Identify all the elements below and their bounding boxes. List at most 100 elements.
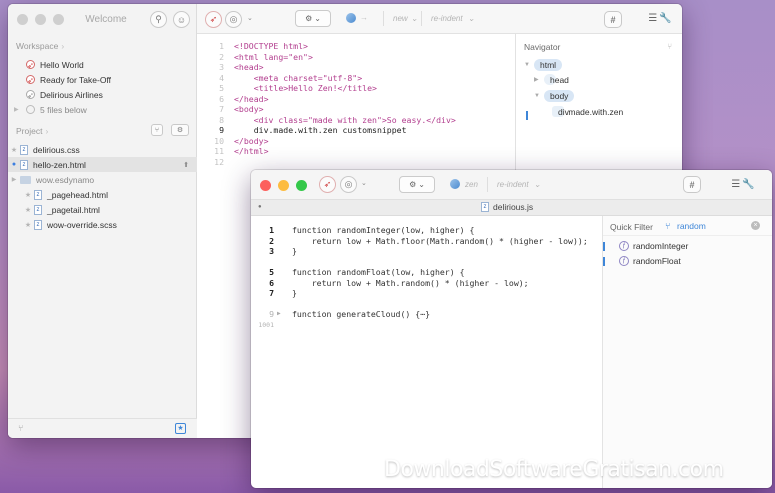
navigator-node-body[interactable]: ▼ body [534,90,575,102]
hash-button[interactable]: # [683,176,701,193]
line-number: 3 [219,62,224,72]
navigator-node-html[interactable]: ▼ html [524,59,563,71]
upload-icon[interactable]: ⬆ [183,161,189,169]
zoom-button[interactable] [53,14,64,25]
chevron-down-icon[interactable]: ⌄ [534,180,541,189]
file-row[interactable]: ★ z wow-override.scss [8,217,197,232]
star-icon: ★ [24,206,32,214]
quick-filter-label: Quick Filter [610,222,653,232]
close-button[interactable] [260,180,271,191]
filter-icon[interactable]: ⑂ [18,423,23,433]
line-number: 8 [219,114,224,125]
chevron-down-icon[interactable]: ⌄ [468,14,475,23]
file-row[interactable]: ★ z delirious.css [8,142,197,157]
navigator-node-div[interactable]: div .made.with.zen [552,106,623,117]
quick-filter-result[interactable]: ƒ randomInteger [619,241,688,251]
workspace-header[interactable]: Workspace › [16,41,64,51]
star-icon: ★ [24,191,32,199]
line-number: 6 [269,277,274,288]
arrow-icon[interactable]: → [360,13,368,22]
code-line: </body> [234,135,269,146]
chevron-down-icon[interactable]: ⌄ [411,14,418,23]
tools-button[interactable]: ☰ 🔧 [646,10,674,27]
editor-window-js: ➶ ◎ ⌄ ⚙ ⌄ zen re-indent ⌄ # ☰ 🔧 ● z deliri… [251,170,772,488]
window-title: Welcome [85,14,127,25]
settings-button[interactable]: ⚙ ⌄ [295,10,331,27]
quick-filter-input[interactable] [677,220,743,232]
globe-icon[interactable] [346,13,356,23]
workspace-item[interactable]: ➶ Hello World [8,57,197,72]
settings-menu-icon[interactable]: ⚙ [171,124,189,136]
project-header[interactable]: Project › [16,126,48,136]
search-icon[interactable]: ⚲ [150,11,167,28]
file-row[interactable]: ★ z _pagetail.html [8,202,197,217]
code-line: } [292,288,297,298]
line-number: 7 [219,104,224,114]
code-line: <!DOCTYPE html> [234,41,308,51]
file-row[interactable]: ★ z _pagehead.html [8,187,197,202]
workspace-item[interactable]: ➶ Delirious Airlines [8,87,197,102]
code-editor[interactable]: <!DOCTYPE html> <html lang="en"> <head> … [234,41,456,167]
function-icon: ƒ [619,256,629,266]
line-number: 7 [269,288,274,298]
window-controls-inactive [17,14,64,25]
minimize-button[interactable] [35,14,46,25]
smiley-icon[interactable]: ☺ [173,11,190,28]
zoom-button[interactable] [296,180,307,191]
compass-icon[interactable]: ➶ [319,176,336,193]
navigator-node-head[interactable]: ▶ head [534,74,569,85]
chevron-down-icon[interactable]: ⌄ [361,179,367,187]
lines-icon: ☰ [648,13,658,24]
code-line: <div class="made with zen">So easy.</div… [234,114,456,125]
file-row-selected[interactable]: ● z hello-zen.html ⬆ [8,157,197,172]
reindent-menu[interactable]: re-indent [497,180,529,189]
result-marker [603,257,605,266]
gear-icon: ⚙ [305,14,313,23]
settings-button[interactable]: ⚙ ⌄ [399,176,435,193]
reindent-menu[interactable]: re-indent [431,14,463,23]
sidebar-titlebar: Welcome ⚲ ☺ [8,4,196,34]
code-editor[interactable]: function randomInteger(low, higher) { re… [292,225,588,330]
file-tab-bar: ● z delirious.js [251,200,772,216]
window-controls [260,180,307,191]
disclosure-triangle-icon: ▶ [534,77,539,83]
minimize-button[interactable] [278,180,289,191]
compass-icon[interactable]: ➶ [205,11,222,28]
compass-icon: ➶ [26,90,35,100]
mode-label[interactable]: zen [465,180,478,189]
workspace-item[interactable]: ➶ Ready for Take-Off [8,72,197,87]
tools-button[interactable]: ☰ 🔧 [729,176,757,193]
close-button[interactable] [17,14,28,25]
folder-row[interactable]: ▶ wow.esdynamo [8,172,197,187]
new-menu[interactable]: new [393,14,408,23]
code-line: return low + Math.random() * (higher - l… [292,277,529,288]
disclosure-triangle-icon: ▼ [534,93,540,99]
chevron-down-icon[interactable]: ⌄ [247,14,253,22]
code-line: return low + Math.floor(Math.random() * … [292,235,588,246]
chevron-down-icon: ⌄ [418,180,425,189]
cursor-marker [526,111,528,120]
stack-icon[interactable]: ◎ [225,11,242,28]
filter-icon[interactable]: ⑂ [667,42,672,51]
code-line: </head> [234,93,269,104]
function-icon: ƒ [619,241,629,251]
fold-triangle-icon[interactable]: ▶ [277,309,281,320]
hash-button[interactable]: # [604,11,622,28]
branch-icon[interactable]: ⑂ [151,124,163,136]
stack-icon[interactable]: ◎ [340,176,357,193]
watermark: DownloadSoftwareGratisan.com [384,457,724,482]
file-icon: z [34,189,42,200]
globe-icon[interactable] [450,179,460,189]
code-line: function randomInteger(low, higher) { [292,225,475,235]
line-number: 1001 [258,320,274,329]
result-marker [603,242,605,251]
lines-icon: ☰ [731,179,741,190]
chevron-down-icon: ⌄ [314,14,321,23]
code-line: function generateCloud() {⋯} [292,309,431,319]
file-tab[interactable]: z delirious.js [481,202,533,212]
clear-icon[interactable]: × [751,221,760,230]
workspace-more[interactable]: ▶ 5 files below [8,102,197,117]
line-number: 11 [214,146,224,156]
starred-filter-icon[interactable]: ★ [175,423,186,434]
quick-filter-result[interactable]: ƒ randomFloat [619,256,681,266]
